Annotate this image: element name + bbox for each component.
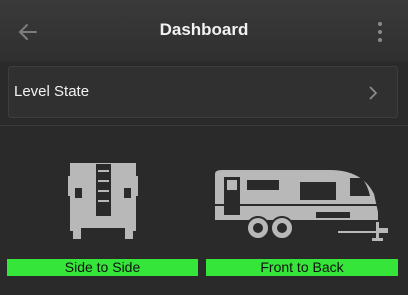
trailer-side-illustration <box>215 170 388 241</box>
level-state-row[interactable]: Level State <box>8 66 398 118</box>
front-to-back-button[interactable]: Front to Back <box>206 259 398 276</box>
chevron-right-icon <box>369 86 377 100</box>
divider <box>0 125 408 126</box>
app-bar: Dashboard <box>0 0 408 62</box>
page-title: Dashboard <box>159 20 249 39</box>
trailer-rear-illustration <box>68 163 138 239</box>
side-to-side-button[interactable]: Side to Side <box>7 259 198 276</box>
level-state-label: Level State <box>14 83 90 100</box>
more-vertical-icon[interactable] <box>376 22 384 44</box>
